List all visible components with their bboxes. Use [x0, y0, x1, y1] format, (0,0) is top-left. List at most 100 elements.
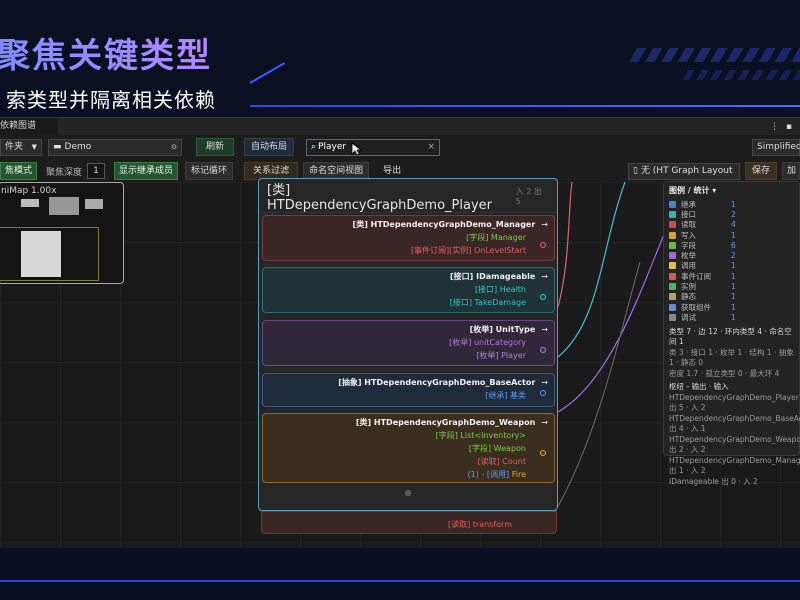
node-card-baseactor[interactable]: [抽象] HTDependencyGraphDemo_BaseActor → [继…: [262, 373, 555, 407]
mark-cycles-button[interactable]: 标记循环: [185, 162, 234, 180]
arrow-right-icon[interactable]: →: [541, 272, 548, 281]
focus-depth-input[interactable]: 1: [87, 163, 106, 179]
legend-swatch: [669, 210, 676, 218]
auto-layout-button[interactable]: 自动布局: [244, 138, 294, 156]
port-icon[interactable]: [540, 390, 546, 396]
hub-item: HTDependencyGraphDemo_BaseActor 出 4 · 入 …: [669, 413, 800, 434]
panel-meta: 入 2 出 5: [515, 186, 542, 206]
legend-count: 1: [731, 261, 736, 271]
legend-swatch: [669, 272, 676, 280]
footer-band: [0, 548, 800, 600]
legend-panel: 图例 / 统计 ▾ 继承 1 接口 2 读取 4 写入 1 字段 6 枚举 2 调用 1 事件订阅 1 实例 1 静…: [663, 181, 800, 486]
legend-swatch: [669, 303, 676, 311]
folder-dropdown-label: 件夹: [5, 141, 24, 152]
card-title: [抽象] HTDependencyGraphDemo_BaseActor: [338, 378, 536, 387]
port-icon[interactable]: [540, 242, 546, 248]
window-titlebar: 依赖图谱 ⋮ ▪: [0, 118, 800, 135]
port-icon[interactable]: [540, 450, 546, 456]
decor-stripes: [680, 70, 800, 80]
legend-count: 1: [731, 271, 736, 281]
window-menu-icon[interactable]: ⋮ ▪: [770, 122, 800, 132]
window-tab[interactable]: 依赖图谱: [0, 118, 58, 135]
arrow-right-icon[interactable]: →: [541, 378, 548, 387]
add-node-icon[interactable]: ⊕: [259, 489, 557, 499]
card-row: [事件订阅][实例] OnLevelStart: [410, 246, 526, 255]
legend-item: 静态 1: [669, 292, 794, 302]
arrow-right-icon[interactable]: →: [541, 325, 548, 334]
card-row: [枚举] unitCategory: [449, 338, 526, 347]
port-icon[interactable]: [540, 347, 546, 353]
node-card-partial[interactable]: [读取] transform: [261, 511, 557, 534]
search-input[interactable]: ⌕ Player ×: [306, 138, 440, 156]
load-button[interactable]: 加载: [782, 162, 800, 180]
focus-mode-toggle[interactable]: 焦模式: [0, 162, 38, 180]
node-card-manager[interactable]: [类] HTDependencyGraphDemo_Manager → [字段] …: [262, 215, 555, 261]
decor-stripes: [630, 48, 800, 62]
folder-icon: ▬: [53, 141, 62, 152]
legend-title[interactable]: 图例 / 统计 ▾: [669, 185, 794, 196]
card-row: [字段] List<Inventory>: [435, 431, 526, 440]
legend-count: 2: [731, 251, 736, 261]
view-mode-dropdown[interactable]: Simplified: [752, 138, 800, 156]
legend-stats: 类型 7 · 边 12 · 环内类型 4 · 命名空间 1 类 3 · 接口 1…: [669, 327, 800, 488]
layout-preset-label: 无 (HT Graph Layout Pre: [640, 165, 735, 176]
legend-count: 1: [731, 199, 736, 209]
legend-count: 1: [731, 230, 736, 240]
legend-label: 调试: [681, 312, 696, 322]
mouse-cursor-icon: [351, 142, 363, 156]
card-row: [继承] 基类: [485, 391, 526, 400]
node-card-unittype[interactable]: [枚举] UnitType → [枚举] unitCategory [枚举] Pl…: [262, 320, 555, 366]
refresh-button[interactable]: 刷新: [196, 138, 234, 156]
decor-line: [250, 105, 800, 107]
layout-preset-dropdown[interactable]: ▯ 无 (HT Graph Layout Pre: [627, 162, 740, 180]
hub-item: HTDependencyGraphDemo_Weapon 出 2 · 入 2: [669, 434, 800, 455]
chevron-down-icon: ▼: [31, 142, 37, 151]
legend-count: 1: [731, 312, 736, 322]
card-row: [字段] Weapon: [468, 444, 526, 453]
save-button[interactable]: 保存: [744, 162, 777, 180]
card-row: [枚举] Player: [476, 351, 526, 360]
node-card-weapon[interactable]: [类] HTDependencyGraphDemo_Weapon → [字段] L…: [262, 413, 555, 483]
toolbar-top: 件夹 ▼ ▬ Demo ⊙ 刷新 自动布局 ⌕ Player × Simplif…: [0, 136, 800, 158]
node-card-idamageable[interactable]: [接口] IDamageable → [接口] Health [接口] TakeD…: [262, 267, 555, 313]
folder-dropdown[interactable]: 件夹 ▼: [0, 138, 42, 156]
decor-line: [249, 62, 286, 84]
target-icon[interactable]: ⊙: [171, 140, 177, 155]
legend-swatch: [669, 283, 676, 291]
legend-count: 4: [731, 220, 736, 230]
search-icon: ⌕: [311, 142, 317, 152]
stats-line: 类 3 · 接口 1 · 枚举 1 · 结构 1 · 抽象 1 · 静态 0: [669, 347, 794, 368]
legend-item: 调用 1: [669, 261, 794, 271]
close-icon[interactable]: ×: [427, 142, 435, 152]
legend-swatch: [669, 313, 676, 321]
decor-line: [0, 580, 800, 582]
legend-swatch: [669, 252, 676, 260]
card-row: [接口] TakeDamage: [449, 298, 526, 307]
search-input-value: Player: [318, 142, 347, 152]
legend-swatch: [669, 293, 676, 301]
port-icon[interactable]: [540, 294, 546, 300]
legend-item: 获取组件 1: [669, 302, 794, 312]
legend-count: 1: [731, 302, 736, 312]
card-row: [读取] transform: [448, 520, 513, 529]
legend-swatch: [669, 221, 676, 229]
card-title: [接口] IDamageable: [450, 272, 536, 281]
arrow-right-icon[interactable]: →: [541, 220, 548, 229]
card-row: (1) - [调用] Fire: [467, 470, 526, 479]
legend-item: 事件订阅 1: [669, 271, 794, 281]
file-icon: ▯: [632, 165, 638, 176]
legend-count: 1: [731, 292, 736, 302]
legend-count: 1: [731, 282, 736, 292]
legend-item: 写入 1: [669, 230, 794, 240]
focused-type-panel[interactable]: [类] HTDependencyGraphDemo_Player 入 2 出 5…: [258, 178, 558, 511]
card-row: [字段] Manager: [466, 233, 526, 242]
view-mode-label: Simplified: [757, 141, 800, 152]
legend-item: 接口 2: [669, 209, 794, 219]
legend-item: 字段 6: [669, 240, 794, 250]
path-field[interactable]: ▬ Demo ⊙: [48, 138, 182, 156]
show-inherit-toggle[interactable]: 显示继承成员: [114, 162, 179, 180]
legend-list: 继承 1 接口 2 读取 4 写入 1 字段 6 枚举 2 调用 1 事件订阅 1 实例 1 静态 1 获取组件 1 调试 1: [669, 199, 794, 323]
panel-title: [类] HTDependencyGraphDemo_Player: [267, 182, 492, 213]
arrow-right-icon[interactable]: →: [541, 418, 548, 427]
stats-line: 密度 1.7 · 孤立类型 0 · 最大环 4: [669, 368, 780, 378]
